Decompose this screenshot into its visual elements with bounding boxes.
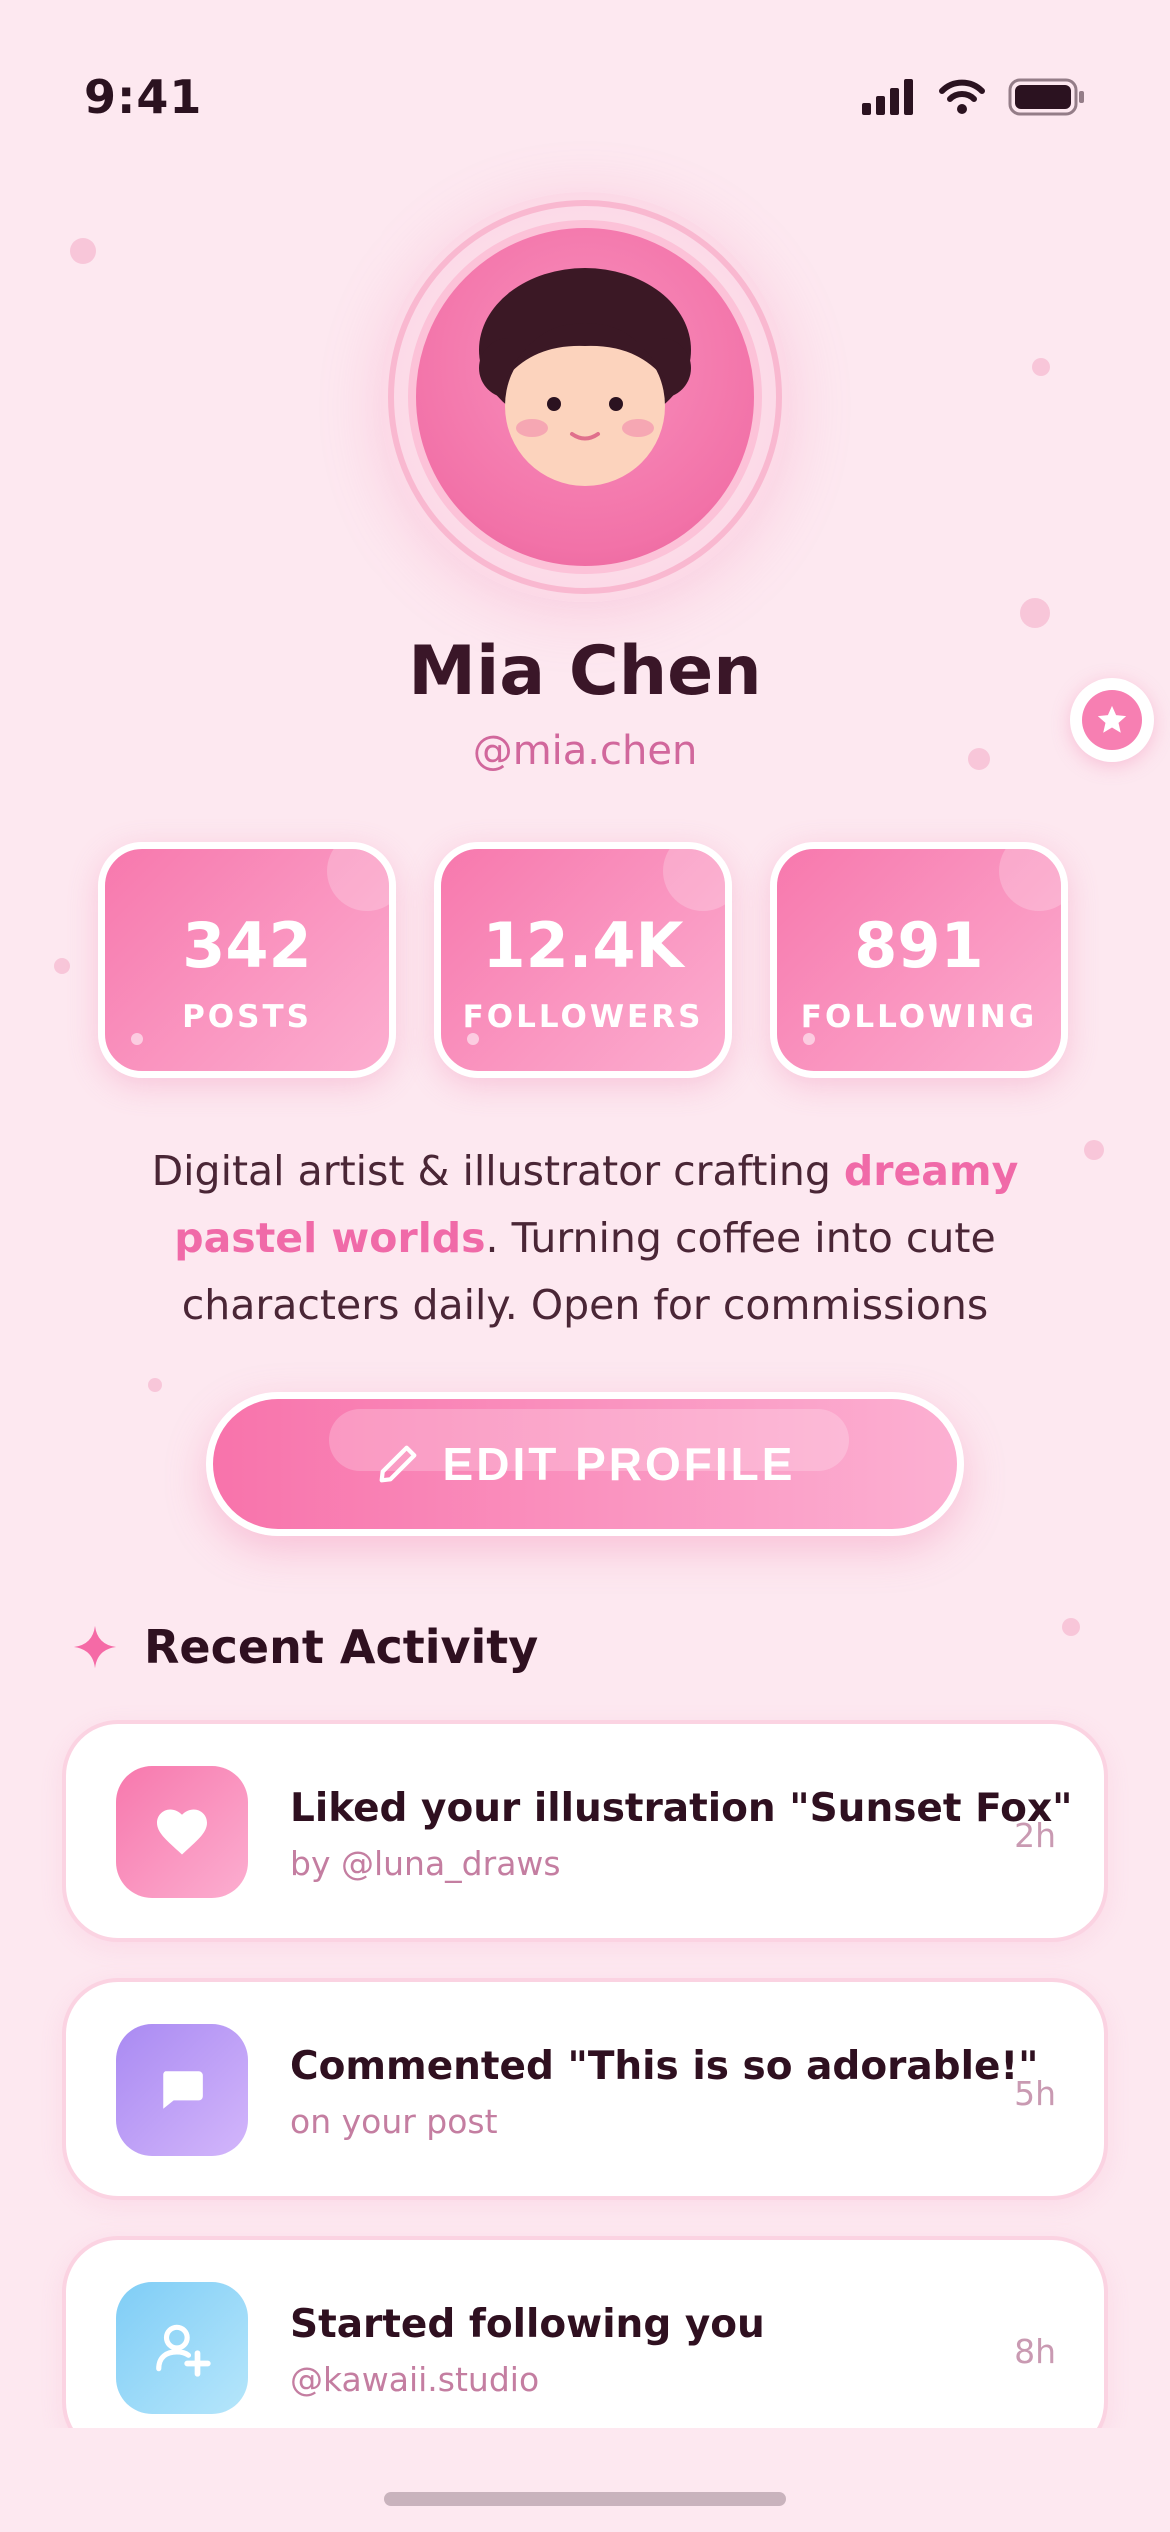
decor-dot xyxy=(1062,1618,1080,1636)
activity-subtitle: @kawaii.studio xyxy=(290,2360,540,2399)
stat-followers[interactable]: 12.4K FOLLOWERS xyxy=(434,842,732,1078)
status-time: 9:41 xyxy=(84,70,203,124)
status-icons xyxy=(862,78,1086,116)
battery-icon xyxy=(1008,78,1084,116)
stat-label: FOLLOWING xyxy=(800,999,1038,1035)
avatar-image xyxy=(408,220,762,574)
sparkle-icon xyxy=(73,1625,117,1669)
favorite-button-inner xyxy=(1082,690,1142,750)
profile-handle: @mia.chen xyxy=(472,728,698,774)
bottom-fade xyxy=(0,2428,1170,2532)
stat-decor xyxy=(327,849,389,911)
profile-bio: Digital artist & illustrator crafting dr… xyxy=(150,1138,1020,1339)
stat-decor xyxy=(999,849,1061,911)
decor-dot xyxy=(54,958,70,974)
pencil-icon xyxy=(379,1445,416,1483)
activity-icon-box xyxy=(116,2282,248,2414)
activity-title: Liked your illustration "Sunset Fox" xyxy=(290,1786,1073,1831)
profile-name: Mia Chen xyxy=(408,632,762,711)
activity-time: 5h xyxy=(1014,2074,1056,2113)
stat-value: 891 xyxy=(854,909,984,982)
activity-subtitle: on your post xyxy=(290,2102,498,2141)
stat-value: 12.4K xyxy=(482,909,684,982)
decor-dot xyxy=(148,1378,162,1392)
favorite-button[interactable] xyxy=(1070,678,1154,762)
home-indicator[interactable] xyxy=(384,2492,786,2506)
activity-title: Started following you xyxy=(290,2302,765,2347)
add-user-icon xyxy=(156,2324,211,2377)
wifi-icon xyxy=(939,79,985,114)
activity-icon-box xyxy=(116,1766,248,1898)
character-illustration xyxy=(479,268,691,486)
avatar[interactable] xyxy=(380,192,790,602)
decor-dot xyxy=(1084,1140,1104,1160)
activity-item[interactable]: Commented "This is so adorable!" on your… xyxy=(62,1978,1108,2200)
activity-time: 8h xyxy=(1014,2332,1056,2371)
decor-dot xyxy=(70,238,96,264)
stat-label: POSTS xyxy=(182,999,312,1035)
section-title: Recent Activity xyxy=(144,1620,539,1674)
activity-title: Commented "This is so adorable!" xyxy=(290,2044,1039,2089)
activity-item[interactable]: Liked your illustration "Sunset Fox" by … xyxy=(62,1720,1108,1942)
comment-icon xyxy=(163,2071,203,2109)
stat-label: FOLLOWERS xyxy=(462,999,704,1035)
activity-time: 2h xyxy=(1014,1816,1056,1855)
stat-following[interactable]: 891 FOLLOWING xyxy=(770,842,1068,1078)
signal-icon xyxy=(862,79,913,115)
stat-decor xyxy=(663,849,725,911)
decor-dot xyxy=(1020,598,1050,628)
edit-profile-button[interactable]: EDIT PROFILE xyxy=(206,1392,964,1536)
stat-posts[interactable]: 342 POSTS xyxy=(98,842,396,1078)
bio-text: Digital artist & illustrator crafting xyxy=(151,1147,844,1195)
star-icon xyxy=(1097,705,1127,733)
activity-item[interactable]: Started following you @kawaii.studio 8h xyxy=(62,2236,1108,2458)
stat-value: 342 xyxy=(182,909,312,982)
activity-icon-box xyxy=(116,2024,248,2156)
edit-profile-label: EDIT PROFILE xyxy=(442,1438,796,1490)
activity-subtitle: by @luna_draws xyxy=(290,1844,561,1883)
heart-icon xyxy=(157,1809,207,1855)
recent-activity-header: Recent Activity xyxy=(72,1620,538,1674)
decor-dot xyxy=(1032,358,1050,376)
